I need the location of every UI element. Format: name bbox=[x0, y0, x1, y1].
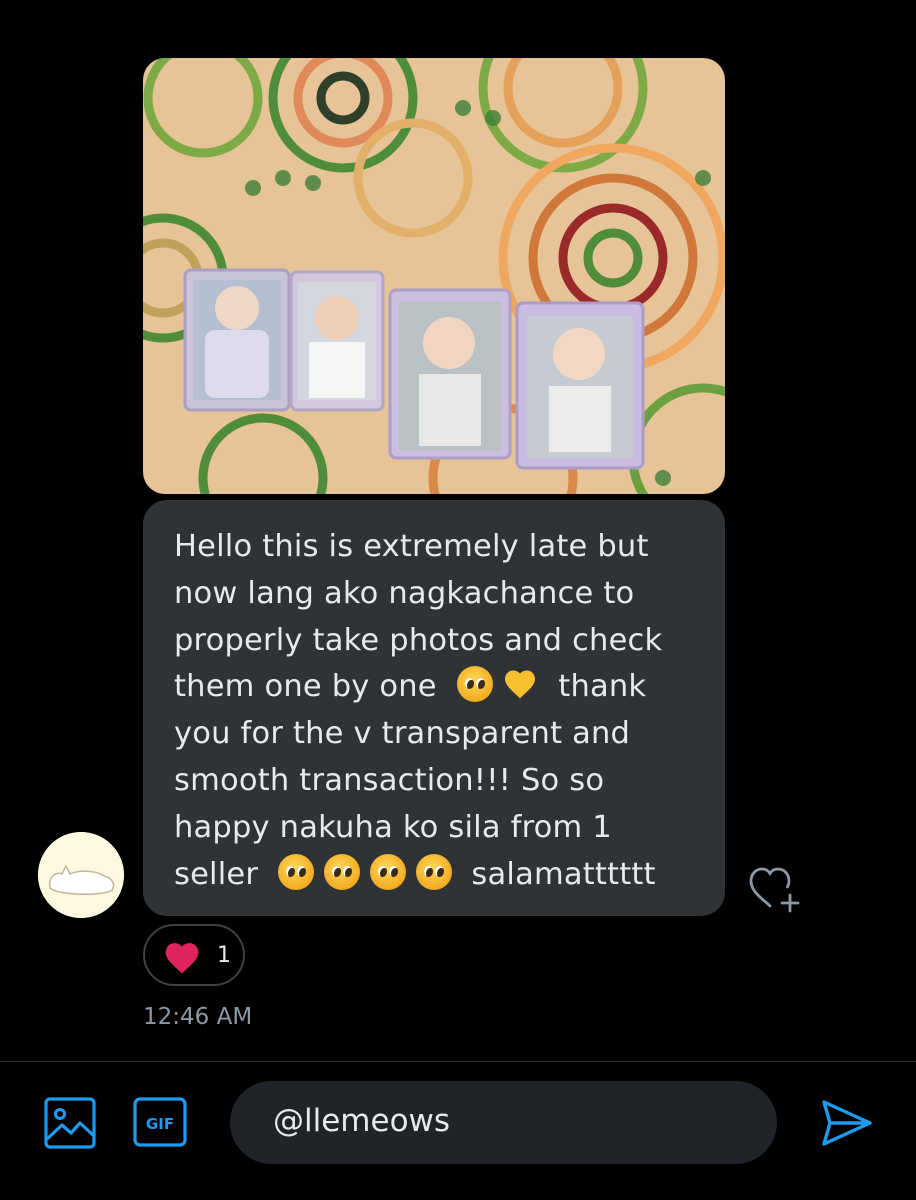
message-fragment: thank bbox=[558, 669, 647, 705]
media-button[interactable] bbox=[44, 1097, 96, 1149]
pleading-face-icon bbox=[369, 853, 406, 890]
pleading-face-icon bbox=[456, 666, 493, 703]
gif-label: GIF bbox=[146, 1115, 174, 1133]
message-line: seller salamatttttt bbox=[174, 852, 695, 899]
message-input-value: @llemeows bbox=[273, 1103, 451, 1139]
pleading-face-icon bbox=[323, 853, 360, 890]
message-line: properly take photos and check bbox=[174, 622, 663, 658]
message-text: Hello this is extremely late but now lan… bbox=[174, 524, 695, 898]
message-fragment: salamatttttt bbox=[471, 856, 656, 892]
heart-plus-icon bbox=[749, 867, 800, 913]
message-timestamp: 12:46 AM bbox=[143, 1004, 253, 1030]
reaction-count: 1 bbox=[217, 943, 231, 968]
message-line: Hello this is extremely late but bbox=[174, 529, 649, 564]
gif-icon: GIF bbox=[133, 1097, 187, 1147]
send-button[interactable] bbox=[818, 1098, 874, 1148]
shared-photo[interactable] bbox=[143, 58, 725, 494]
photocards-image bbox=[143, 58, 725, 494]
image-icon bbox=[44, 1097, 96, 1149]
cat-avatar-icon bbox=[38, 832, 124, 918]
message-bubble[interactable]: Hello this is extremely late but now lan… bbox=[143, 500, 725, 916]
message-fragment: seller bbox=[174, 856, 259, 892]
composer-divider bbox=[0, 1061, 916, 1062]
add-reaction-button[interactable] bbox=[748, 862, 804, 914]
avatar[interactable] bbox=[38, 832, 124, 918]
message-fragment: them one by one bbox=[174, 669, 437, 705]
reaction-pill[interactable]: 1 bbox=[143, 924, 245, 986]
message-line: smooth transaction!!! So so bbox=[174, 762, 605, 798]
send-icon bbox=[822, 1100, 872, 1146]
message-line: them one by one thank bbox=[174, 664, 695, 711]
red-heart-icon bbox=[165, 943, 199, 974]
message-line: now lang ako nagkachance to bbox=[174, 575, 635, 611]
pleading-face-icon bbox=[415, 853, 452, 890]
gif-button[interactable]: GIF bbox=[133, 1097, 187, 1147]
message-line: happy nakuha ko sila from 1 bbox=[174, 809, 612, 845]
pleading-face-icon bbox=[277, 853, 314, 890]
message-input[interactable]: @llemeows bbox=[230, 1081, 777, 1164]
yellow-heart-icon bbox=[505, 670, 536, 699]
message-line: you for the v transparent and bbox=[174, 716, 631, 752]
